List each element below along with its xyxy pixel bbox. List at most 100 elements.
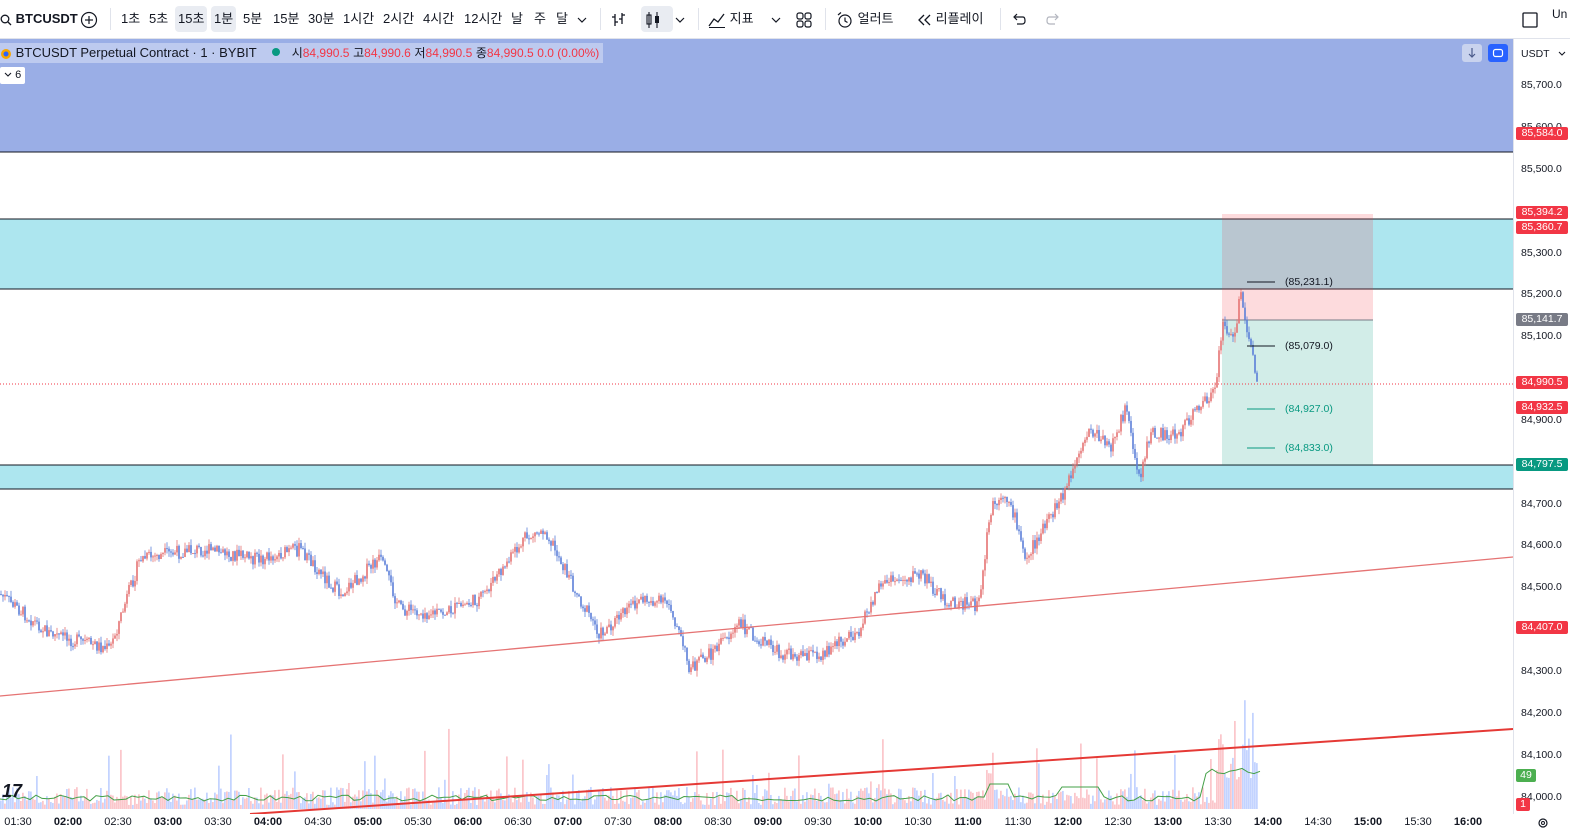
add-symbol-button[interactable]	[80, 0, 98, 38]
candle-body	[778, 644, 780, 658]
time-axis[interactable]: 01:30 02:00 02:30 03:00 03:30 04:00 04:3…	[0, 814, 1513, 831]
interval-30m[interactable]: 30분	[305, 0, 337, 38]
alert-button[interactable]: 얼러트	[836, 0, 894, 38]
layouts-button[interactable]	[795, 0, 813, 38]
interval-15s[interactable]: 15초	[175, 6, 208, 32]
candle-body	[570, 574, 572, 576]
legend-title[interactable]: BTCUSDT Perpetual Contract · 1 · BYBIT	[16, 45, 257, 60]
volume-bar	[1098, 788, 1100, 809]
volume-bar	[1138, 798, 1140, 809]
interval-5s[interactable]: 5초	[146, 0, 171, 38]
candle-body	[0, 594, 2, 595]
candle-body	[682, 636, 684, 647]
indicators-dropdown[interactable]	[771, 0, 781, 38]
candle-body	[350, 582, 352, 588]
volume-bar	[1128, 787, 1130, 809]
undo-button[interactable]	[1011, 0, 1027, 38]
interval-15m[interactable]: 15분	[270, 0, 302, 38]
candle-body	[92, 644, 94, 646]
chart-pane[interactable]: (85,231.1) (85,079.0) (84,927.0) (84,833…	[0, 39, 1513, 814]
interval-5m[interactable]: 5분	[240, 0, 265, 38]
volume-bar	[834, 794, 836, 809]
candle-body	[258, 553, 260, 563]
candle-body	[1056, 503, 1058, 509]
volume-bar	[534, 804, 536, 809]
replay-button[interactable]: 리플레이	[916, 0, 983, 38]
volume-bar	[794, 788, 796, 809]
time-label: 12:30	[1104, 816, 1132, 828]
volume-bar	[1092, 795, 1094, 809]
volume-bar	[1198, 792, 1200, 809]
candle-body	[728, 637, 730, 639]
candle-body	[674, 617, 676, 627]
candle-body	[1032, 540, 1034, 555]
volume-bar	[750, 804, 752, 809]
interval-1s[interactable]: 1초	[118, 0, 143, 38]
redo-button[interactable]	[1045, 0, 1061, 38]
currency-label: USDT	[1521, 48, 1550, 60]
candle-body	[894, 581, 896, 583]
indicators-button[interactable]: 지표	[708, 0, 754, 38]
volume-bar	[1038, 763, 1040, 809]
candle-body	[648, 601, 650, 603]
volume-bar	[600, 791, 602, 809]
candle-body	[968, 604, 970, 606]
indicators-collapse-button[interactable]: 6	[0, 67, 26, 84]
fullscreen-button[interactable]	[1521, 0, 1539, 38]
divider	[600, 8, 601, 30]
candle-body	[206, 550, 208, 554]
market-status-dot[interactable]	[272, 48, 281, 56]
interval-dropdown[interactable]	[577, 0, 587, 38]
chart-type-dropdown[interactable]	[675, 0, 685, 38]
volume-bar	[1002, 794, 1004, 809]
sync-button[interactable]	[1488, 44, 1508, 62]
candle-body	[550, 541, 552, 546]
interval-2h[interactable]: 2시간	[380, 0, 417, 38]
candle-body	[1140, 473, 1142, 478]
volume-bar	[494, 802, 496, 809]
volume-bar	[626, 790, 628, 809]
zone-cyan-lower[interactable]	[0, 465, 1513, 489]
volume-bar	[22, 792, 24, 809]
candle-body	[1214, 387, 1216, 389]
interval-4h[interactable]: 4시간	[420, 0, 457, 38]
trendline-upper[interactable]	[0, 556, 1513, 697]
volume-bar	[694, 792, 696, 809]
scroll-down-button[interactable]	[1462, 44, 1482, 62]
candle-body	[132, 580, 134, 587]
volume-bar	[762, 796, 764, 809]
chart-canvas[interactable]	[0, 39, 1513, 814]
candle-body	[888, 582, 890, 584]
interval-day[interactable]: 날	[508, 0, 526, 38]
interval-1m[interactable]: 1분	[211, 6, 237, 32]
interval-month[interactable]: 달	[553, 0, 571, 38]
candle-body	[274, 559, 276, 561]
volume-bar	[1060, 791, 1062, 809]
symbol-search[interactable]: BTCUSDT	[0, 0, 78, 38]
settings-button[interactable]	[1537, 816, 1549, 834]
candle-body	[534, 532, 536, 537]
currency-selector[interactable]: USDT	[1521, 48, 1566, 60]
volume-bar	[266, 793, 268, 809]
candle-body	[1188, 418, 1190, 425]
candles-chart-type-button[interactable]	[641, 6, 673, 32]
bar-chart-type-button[interactable]	[610, 0, 628, 38]
interval-week[interactable]: 주	[531, 0, 549, 38]
candle-body	[718, 643, 720, 652]
candle-body	[286, 547, 288, 553]
volume-bar	[436, 798, 438, 809]
candle-body	[96, 641, 98, 651]
user-menu[interactable]: Un	[1552, 0, 1567, 33]
candle-body	[708, 648, 710, 658]
candle-body	[1122, 414, 1124, 422]
volume-bar	[500, 793, 502, 809]
candle-body	[470, 604, 472, 606]
interval-12h[interactable]: 12시간	[461, 0, 505, 38]
volume-bar	[674, 790, 676, 809]
candle-body	[548, 539, 550, 542]
candle-body	[670, 604, 672, 612]
interval-1h[interactable]: 1시간	[340, 0, 377, 38]
candle-body	[1208, 401, 1210, 404]
volume-bar	[996, 789, 998, 809]
price-axis[interactable]: USDT 85,700.0 85,600.0 85,500.0 85,300.0…	[1513, 39, 1570, 814]
